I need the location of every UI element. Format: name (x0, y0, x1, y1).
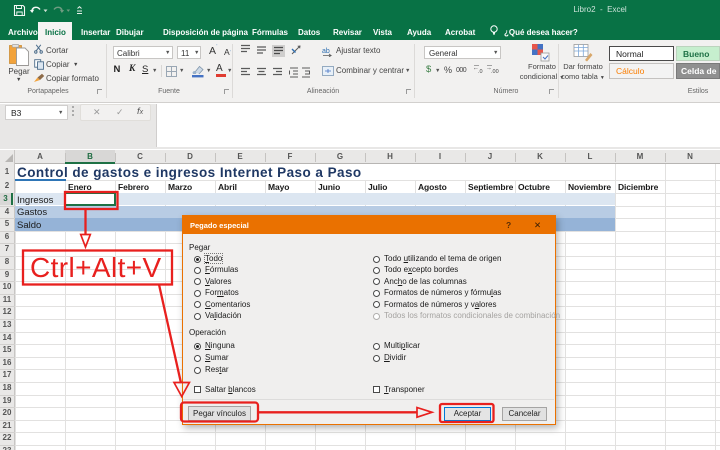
svg-text:ab: ab (322, 48, 330, 55)
svg-text:.0: .0 (478, 69, 483, 75)
svg-text:.00: .00 (491, 69, 499, 75)
